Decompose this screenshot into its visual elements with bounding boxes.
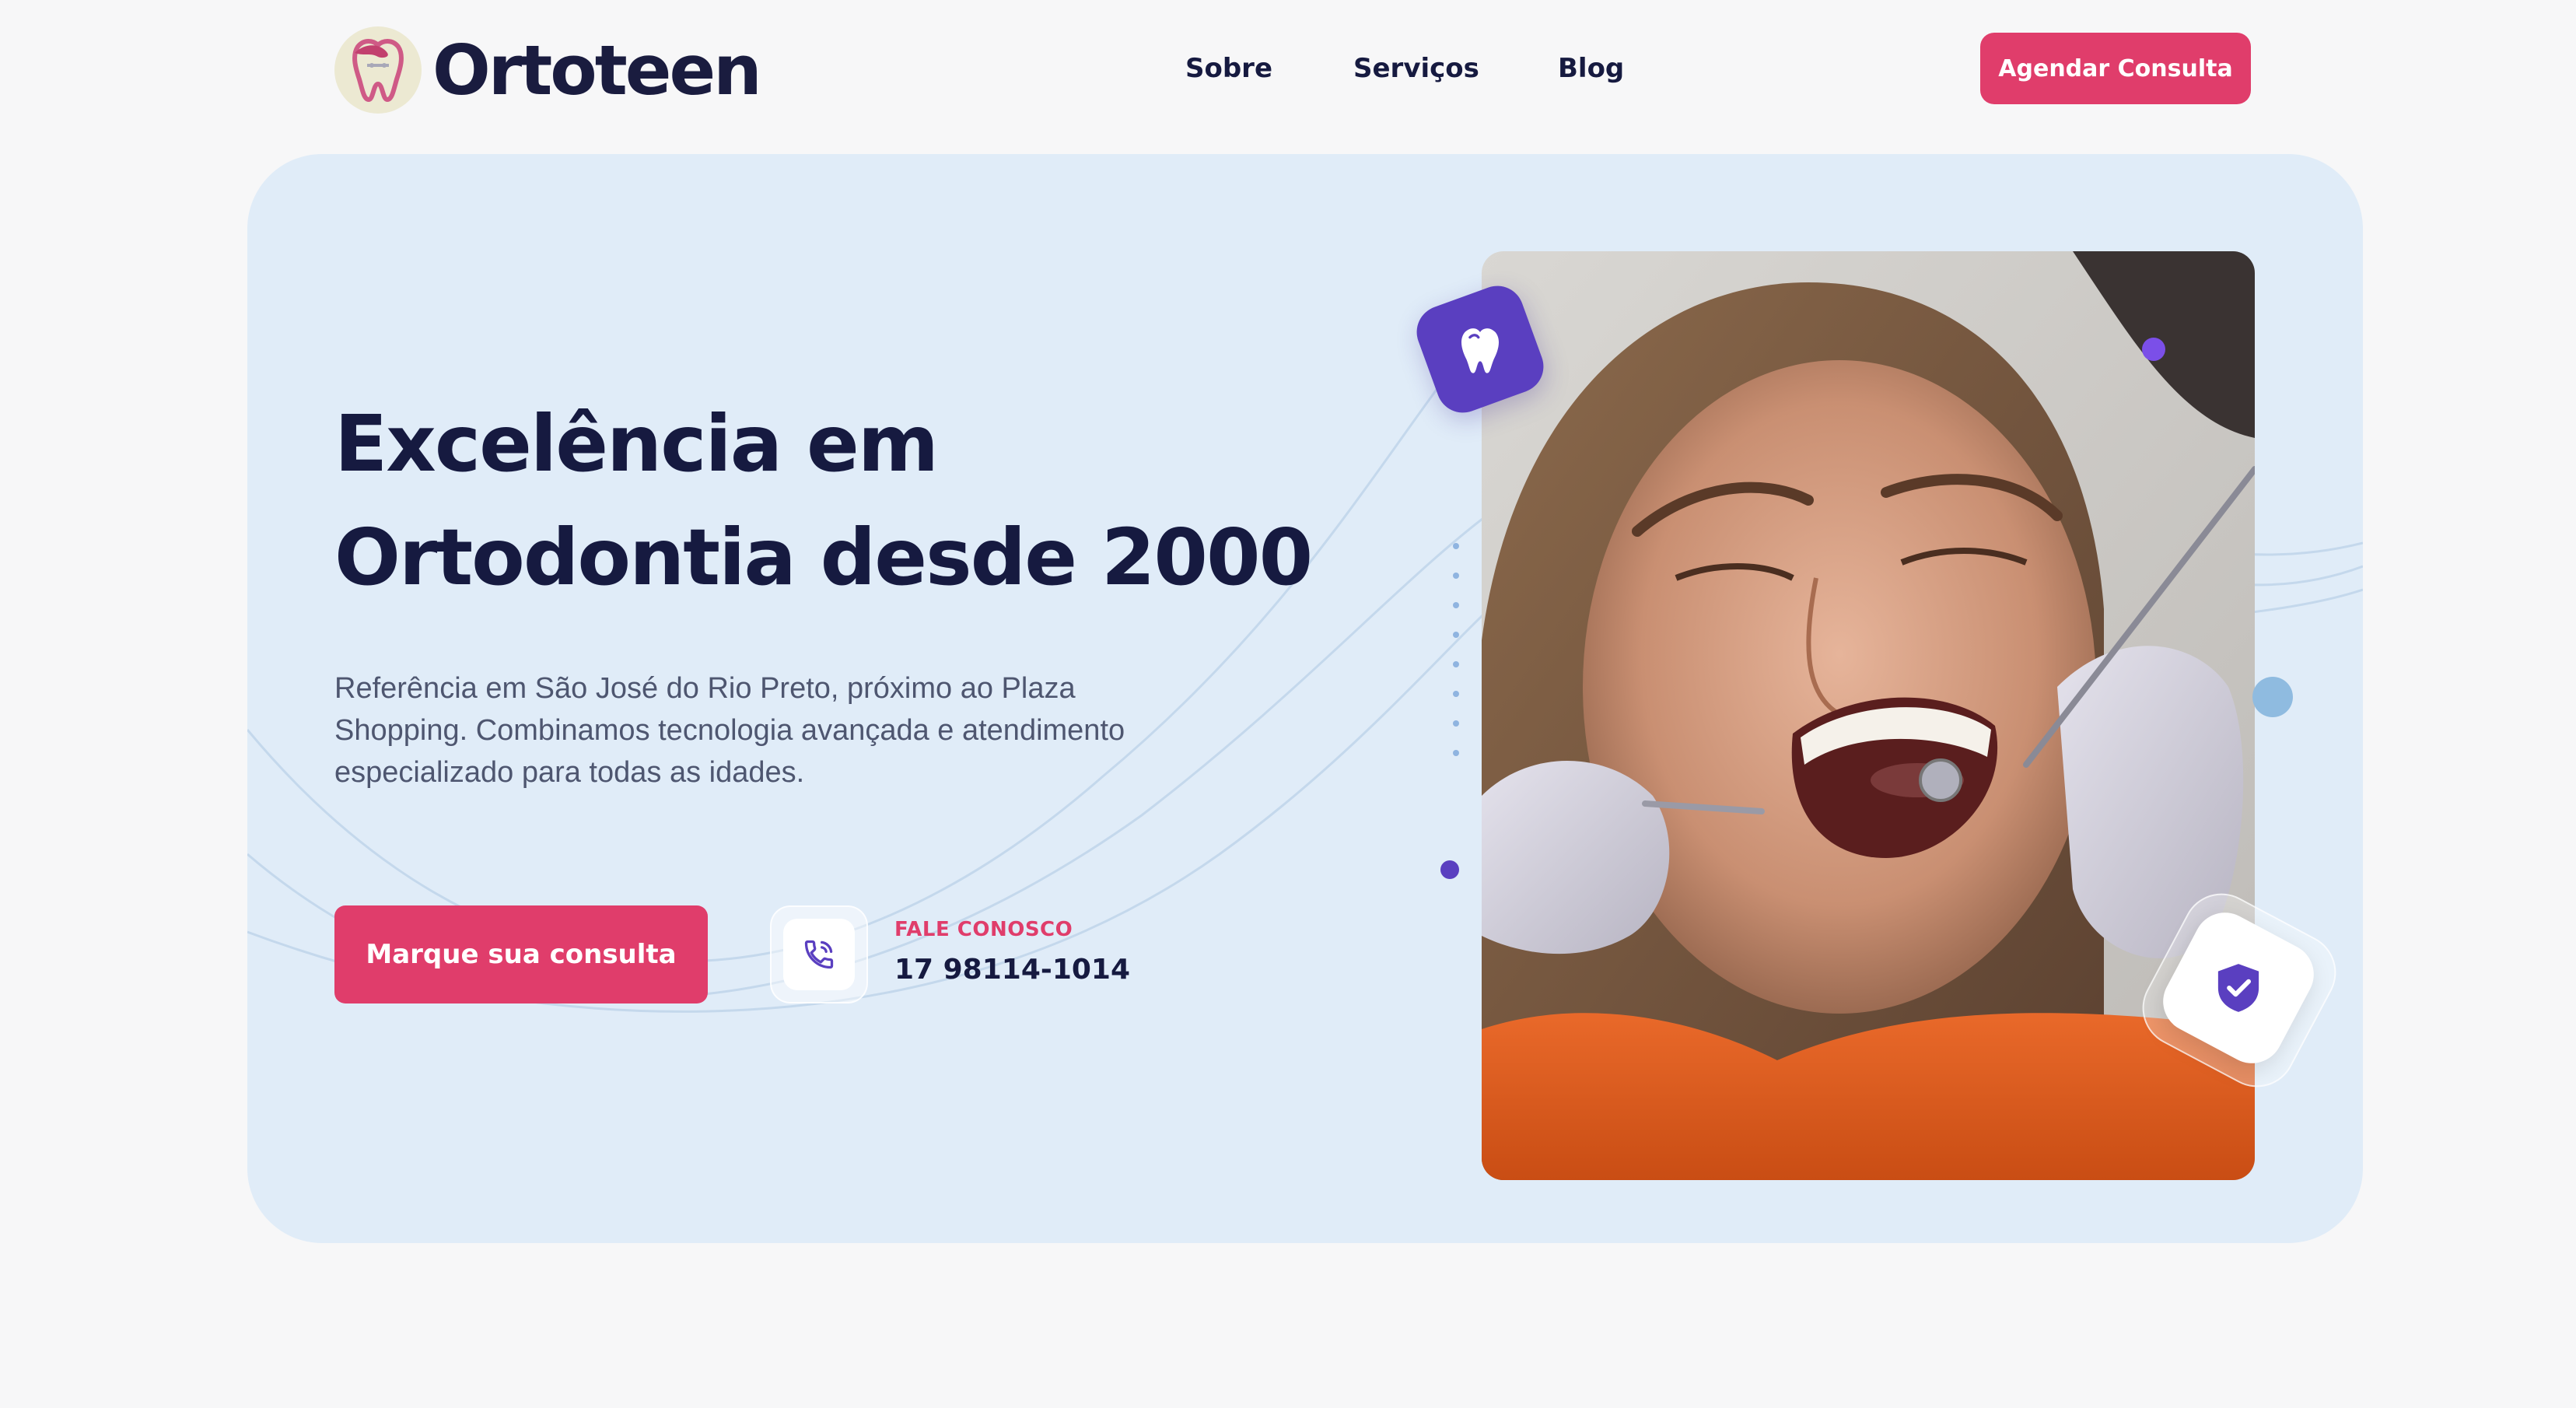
nav-link-servicos[interactable]: Serviços — [1353, 47, 1479, 90]
book-consultation-button[interactable]: Marque sua consulta — [334, 905, 708, 1003]
phone-icon — [783, 919, 855, 990]
decorative-dot — [2142, 338, 2165, 361]
phone-button[interactable] — [770, 905, 868, 1003]
hero-description: Referência em São José do Rio Preto, pró… — [334, 672, 1125, 789]
nav-link-blog[interactable]: Blog — [1558, 47, 1624, 90]
decorative-dot — [1440, 860, 1459, 879]
headline-line-1: Excelência em — [334, 398, 939, 489]
contact-phone-number[interactable]: 17 98114-1014 — [894, 954, 1130, 986]
hero-headline: Excelência em Ortodontia desde 2000 — [334, 387, 1423, 615]
headline-line-2: Ortodontia desde 2000 — [334, 512, 1313, 603]
logo[interactable]: Ortoteen — [334, 23, 762, 117]
site-header: Ortoteen Sobre Serviços Blog Agendar Con… — [0, 0, 2576, 140]
logo-text: Ortoteen — [432, 30, 762, 110]
contact-label: FALE CONOSCO — [894, 918, 1073, 941]
nav-link-sobre[interactable]: Sobre — [1185, 47, 1272, 90]
hero-section: Excelência em Ortodontia desde 2000 Refe… — [247, 154, 2363, 1243]
tooth-logo-icon — [334, 26, 422, 114]
decorative-dot — [2252, 677, 2293, 717]
schedule-appointment-button[interactable]: Agendar Consulta — [1980, 33, 2251, 104]
hero-photo — [1482, 251, 2255, 1180]
